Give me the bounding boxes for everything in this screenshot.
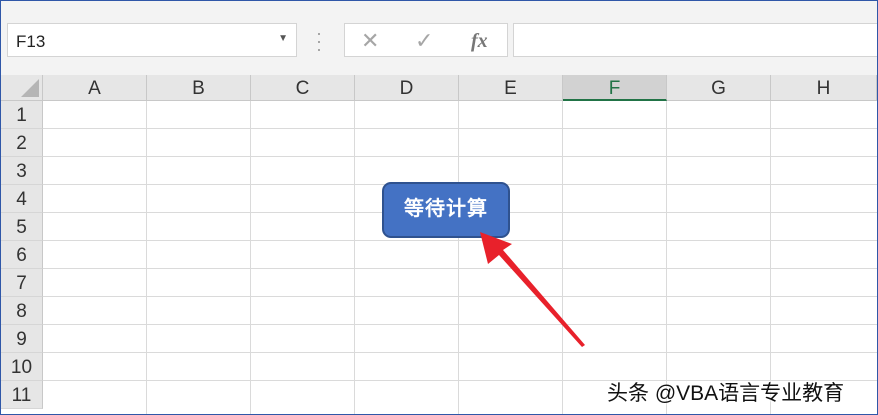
watermark-text: 头条 @VBA语言专业教育 xyxy=(607,382,845,405)
arrow-shape xyxy=(480,232,585,347)
red-arrow-icon xyxy=(480,232,585,347)
spreadsheet-window: F13 ▼ · · · ✕ ✓ fx A B C D E F G H 1 2 3 4… xyxy=(0,0,878,415)
